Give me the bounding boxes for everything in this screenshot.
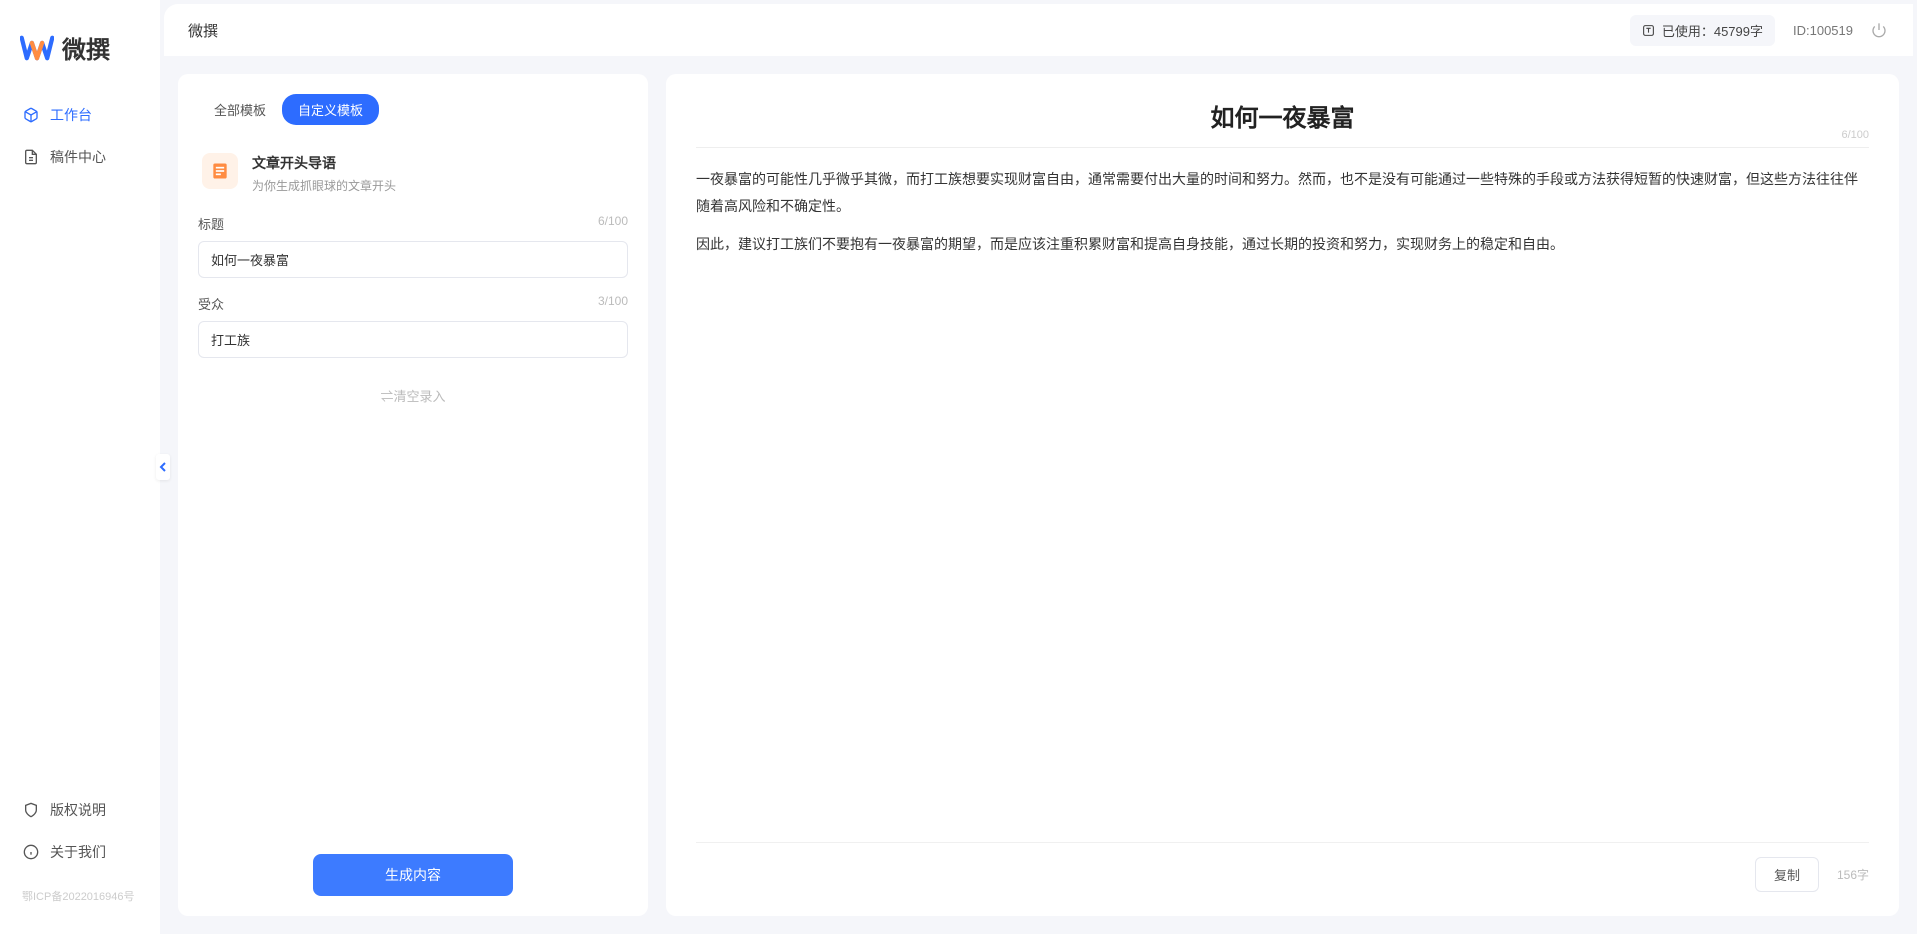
nav-label: 版权说明	[50, 800, 106, 820]
nav-label: 稿件中心	[50, 147, 106, 167]
sidebar-bottom: 版权说明 关于我们 鄂ICP备2022016946号	[0, 790, 160, 914]
sidebar-collapse-handle[interactable]	[156, 454, 170, 480]
user-id: ID:100519	[1793, 23, 1853, 38]
topbar: 微撰 已使用：45799字 ID:100519	[164, 4, 1913, 56]
nav-workspace[interactable]: 工作台	[8, 95, 152, 135]
output-title-row: 如何一夜暴富 6/100	[696, 98, 1869, 148]
nav-label: 关于我们	[50, 842, 106, 862]
topbar-right: 已使用：45799字 ID:100519	[1630, 15, 1889, 46]
chevron-left-icon	[159, 462, 167, 472]
output-paragraph: 因此，建议打工族们不要抱有一夜暴富的期望，而是应该注重积累财富和提高自身技能，通…	[696, 231, 1869, 258]
config-footer: 生成内容	[198, 854, 628, 896]
text-icon	[1642, 23, 1656, 37]
output-paragraph: 一夜暴富的可能性几乎微乎其微，而打工族想要实现财富自由，通常需要付出大量的时间和…	[696, 166, 1869, 219]
field-audience: 受众 3/100	[198, 294, 628, 358]
field-audience-label: 受众	[198, 294, 224, 313]
document-icon	[22, 148, 40, 166]
field-title: 标题 6/100	[198, 214, 628, 278]
config-panel: 全部模板 自定义模板 文章开头导语 为你生成抓眼球的文章开头 标题 6/	[178, 74, 648, 916]
template-desc: 为你生成抓眼球的文章开头	[252, 177, 396, 194]
shield-icon	[22, 801, 40, 819]
main-nav: 工作台 稿件中心	[0, 95, 160, 790]
template-tabs: 全部模板 自定义模板	[198, 94, 628, 125]
field-audience-counter: 3/100	[598, 294, 628, 313]
logo-icon	[20, 34, 54, 62]
cube-icon	[22, 106, 40, 124]
nav-label: 工作台	[50, 105, 92, 125]
title-input[interactable]	[198, 241, 628, 278]
brand-name: 微撰	[62, 30, 110, 65]
copy-button[interactable]: 复制	[1755, 857, 1819, 892]
usage-text: 已使用：45799字	[1662, 21, 1763, 40]
output-panel: 如何一夜暴富 6/100 一夜暴富的可能性几乎微乎其微，而打工族想要实现财富自由…	[666, 74, 1899, 916]
main-area: 微撰 已使用：45799字 ID:100519 全部模板 自定义模板	[160, 0, 1917, 934]
template-icon	[202, 153, 238, 189]
clear-inputs-link[interactable]: ⇌清空录入	[198, 374, 628, 417]
tab-custom-templates[interactable]: 自定义模板	[282, 94, 379, 125]
usage-badge[interactable]: 已使用：45799字	[1630, 15, 1775, 46]
field-title-label: 标题	[198, 214, 224, 233]
page-title: 微撰	[188, 20, 1630, 41]
output-footer: 复制 156字	[696, 842, 1869, 892]
field-title-counter: 6/100	[598, 214, 628, 233]
output-title: 如何一夜暴富	[696, 98, 1869, 147]
nav-drafts[interactable]: 稿件中心	[8, 137, 152, 177]
output-title-counter: 6/100	[1841, 129, 1869, 141]
power-icon[interactable]	[1871, 21, 1889, 39]
icp-text: 鄂ICP备2022016946号	[8, 878, 152, 914]
sidebar: 微撰 工作台 稿件中心 版权说明	[0, 0, 160, 934]
info-icon	[22, 843, 40, 861]
template-title: 文章开头导语	[252, 153, 396, 173]
output-body: 一夜暴富的可能性几乎微乎其微，而打工族想要实现财富自由，通常需要付出大量的时间和…	[696, 166, 1869, 828]
audience-input[interactable]	[198, 321, 628, 358]
content: 全部模板 自定义模板 文章开头导语 为你生成抓眼球的文章开头 标题 6/	[160, 56, 1917, 934]
tab-all-templates[interactable]: 全部模板	[198, 94, 282, 125]
nav-copyright[interactable]: 版权说明	[8, 790, 152, 830]
generate-button[interactable]: 生成内容	[313, 854, 513, 896]
template-info: 文章开头导语 为你生成抓眼球的文章开头	[198, 143, 628, 214]
brand-logo: 微撰	[0, 20, 160, 95]
nav-about[interactable]: 关于我们	[8, 832, 152, 872]
char-count: 156字	[1837, 866, 1869, 883]
